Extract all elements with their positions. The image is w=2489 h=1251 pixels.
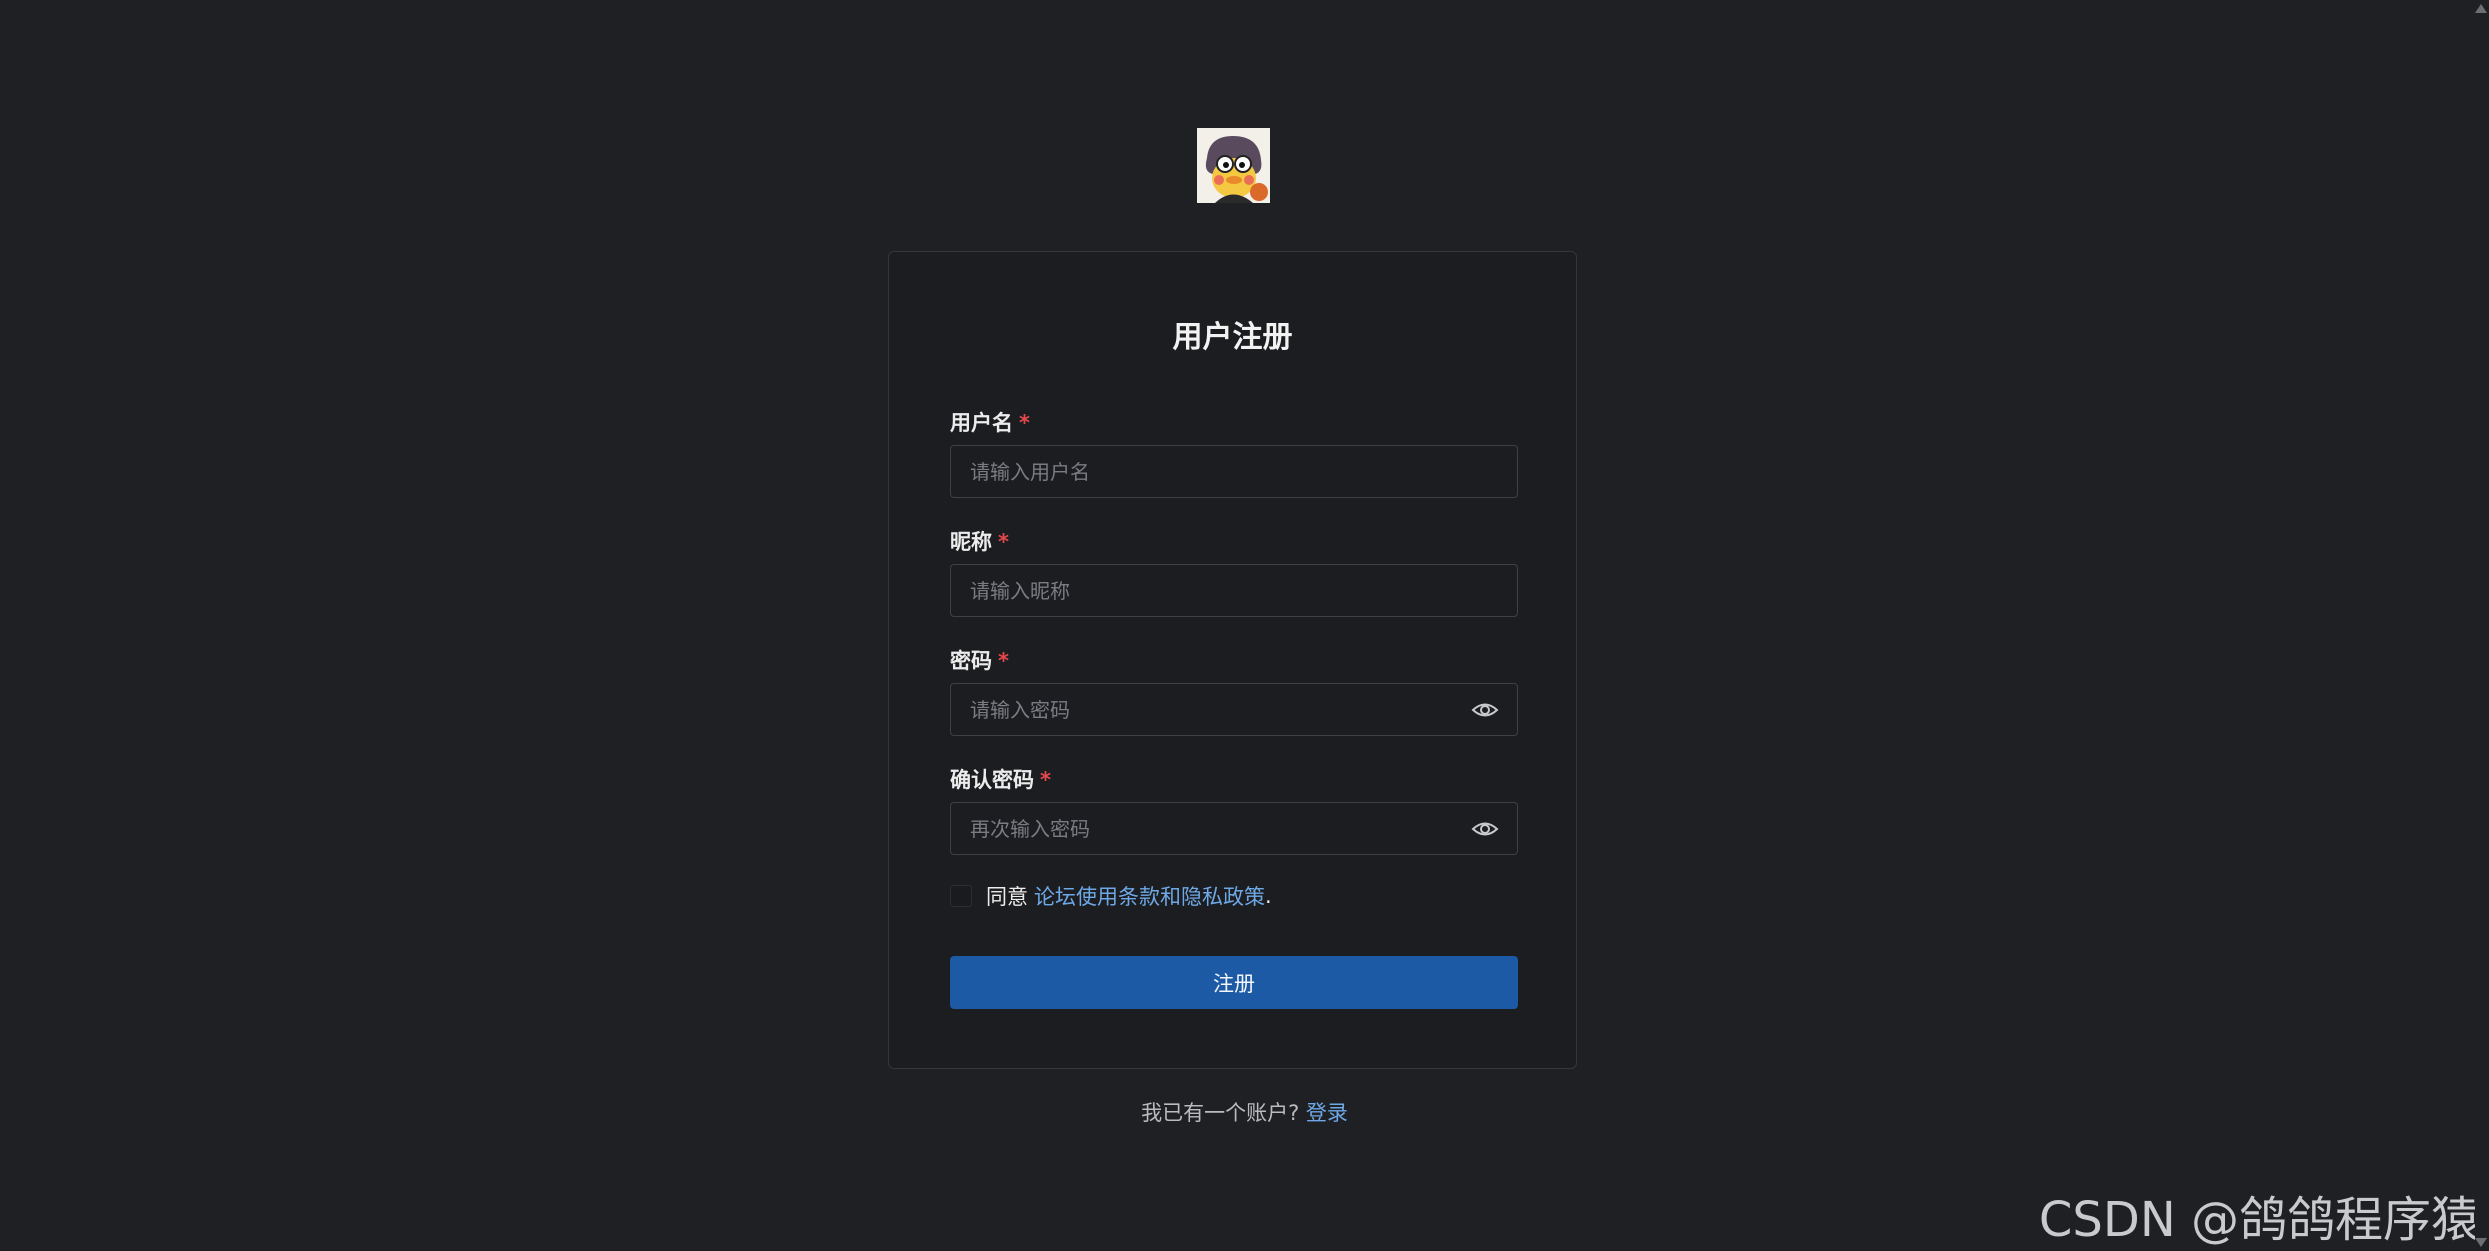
- register-button[interactable]: 注册: [950, 956, 1518, 1009]
- nickname-input[interactable]: [951, 565, 1517, 616]
- required-mark: *: [998, 530, 1009, 554]
- cartoon-avatar-icon: [1197, 128, 1270, 203]
- required-mark: *: [1040, 768, 1051, 792]
- username-input[interactable]: [951, 446, 1517, 497]
- confirm-password-field-box: [950, 802, 1518, 855]
- agree-suffix: .: [1265, 884, 1272, 908]
- terms-link[interactable]: 论坛使用条款和隐私政策: [1034, 881, 1265, 911]
- login-link[interactable]: 登录: [1306, 1101, 1348, 1125]
- nickname-label-text: 昵称: [950, 530, 992, 554]
- login-prompt: 我已有一个账户? 登录: [0, 1097, 2489, 1127]
- scroll-up-arrow-icon[interactable]: [2475, 4, 2487, 13]
- logo-avatar: [1197, 128, 1270, 203]
- scroll-down-arrow-icon[interactable]: [2475, 1238, 2487, 1247]
- required-mark: *: [1019, 411, 1030, 435]
- password-label: 密码 *: [950, 645, 1009, 675]
- confirm-password-label-text: 确认密码: [950, 768, 1034, 792]
- password-field-box: [950, 683, 1518, 736]
- agree-prefix: 同意: [986, 885, 1028, 909]
- page-title: 用户注册: [1172, 320, 1293, 355]
- username-field-box: [950, 445, 1518, 498]
- eye-icon[interactable]: [1471, 698, 1499, 722]
- scrollbar[interactable]: [2475, 0, 2489, 1251]
- agree-checkbox[interactable]: [950, 885, 972, 907]
- eye-icon[interactable]: [1471, 817, 1499, 841]
- password-label-text: 密码: [950, 649, 992, 673]
- username-label-text: 用户名: [950, 411, 1013, 435]
- confirm-password-input[interactable]: [951, 803, 1517, 854]
- confirm-password-label: 确认密码 *: [950, 764, 1051, 794]
- nickname-field-box: [950, 564, 1518, 617]
- register-card: 用户注册 用户名* 昵称* 密码* 确认密码* 同意 论坛使用条: [888, 251, 1577, 1069]
- password-input[interactable]: [951, 684, 1517, 735]
- agree-terms-row: 同意 论坛使用条款和隐私政策 .: [950, 881, 1272, 911]
- watermark: CSDN @鸽鸽程序猿: [2038, 1192, 2479, 1248]
- login-prompt-text: 我已有一个账户?: [1141, 1101, 1306, 1125]
- required-mark: *: [998, 649, 1009, 673]
- username-label: 用户名 *: [950, 407, 1030, 437]
- nickname-label: 昵称 *: [950, 526, 1009, 556]
